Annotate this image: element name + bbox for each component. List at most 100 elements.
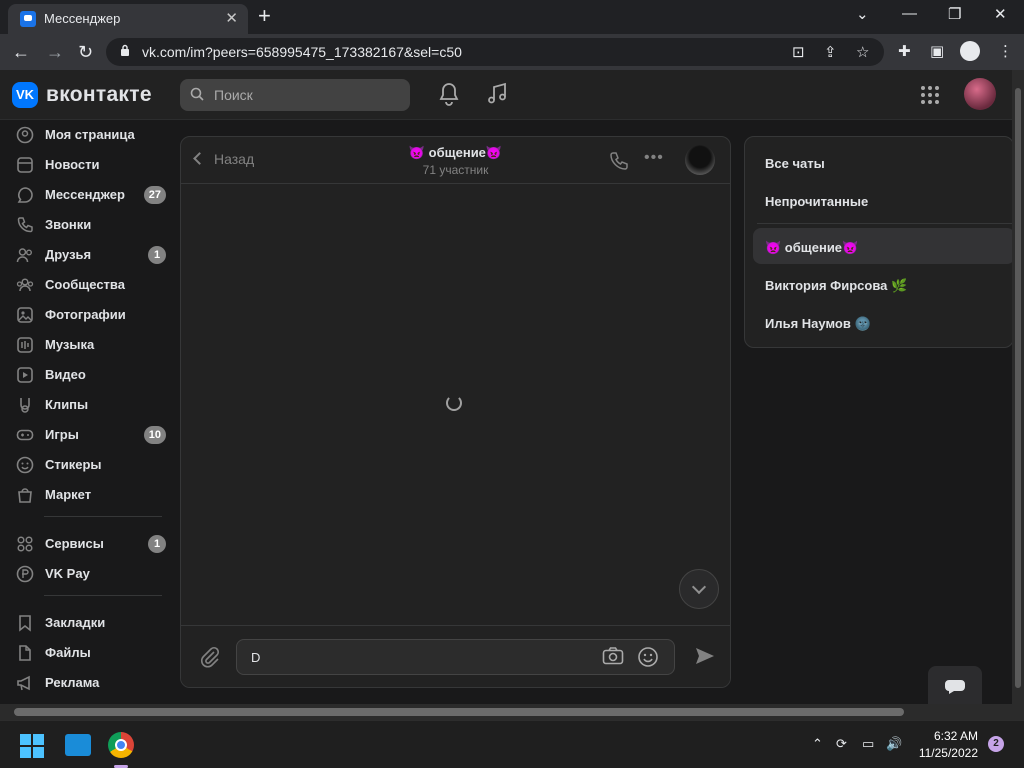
scrollbar-thumb[interactable] [1015, 88, 1021, 688]
sidebar-item[interactable]: Игры 10 [12, 421, 172, 449]
message-composer [181, 625, 730, 687]
games-icon [16, 429, 34, 441]
windows-start-icon[interactable] [20, 734, 44, 758]
send-icon[interactable] [694, 646, 716, 666]
camera-icon[interactable] [602, 646, 624, 666]
reload-icon[interactable]: ↻ [78, 40, 93, 64]
music-icon [17, 337, 33, 353]
share-icon[interactable]: ⇪ [824, 43, 837, 61]
window-close-icon[interactable]: ✕ [994, 5, 1007, 23]
horizontal-scrollbar[interactable] [0, 704, 1024, 720]
user-avatar[interactable] [964, 78, 996, 110]
counter-badge: 27 [143, 186, 166, 204]
lock-icon [121, 44, 129, 56]
forward-arrow-icon[interactable]: → [46, 40, 64, 64]
sidebar-item[interactable]: Видео [12, 361, 172, 389]
sidebar-item[interactable]: Реклама [12, 669, 172, 697]
sidebar-item[interactable]: Файлы [12, 639, 172, 667]
sidebar-item[interactable]: Стикеры [12, 451, 172, 479]
vk-logo-icon[interactable]: VK [12, 82, 38, 108]
paperclip-icon[interactable] [199, 646, 221, 668]
phone-call-icon[interactable] [609, 151, 629, 171]
sidebar-item[interactable]: Сервисы 1 [12, 530, 172, 558]
sidebar-item[interactable]: Клипы [12, 391, 172, 419]
ads-icon [17, 675, 30, 691]
search-icon [190, 87, 204, 101]
sidebar-item[interactable]: Музыка [12, 331, 172, 359]
sidebar-item-label: Видео [45, 367, 86, 382]
side-panel-icon[interactable]: ▣ [930, 42, 944, 60]
emoji-icon[interactable] [637, 646, 659, 668]
chat-list-panel: Все чаты Непрочитанные 👿 общение👿 Виктор… [744, 136, 1015, 348]
sidebar-item-label: Маркет [45, 487, 92, 502]
sidebar-item[interactable]: Звонки [12, 211, 172, 239]
scroll-down-button[interactable] [679, 569, 719, 609]
chat-list-item[interactable]: Виктория Фирсова 🌿 [765, 278, 907, 294]
services-icon [17, 536, 33, 552]
sidebar-item-label: VK Pay [45, 566, 90, 581]
restore-icon[interactable]: ❐ [948, 5, 961, 23]
extensions-icon[interactable]: ✚ [898, 42, 911, 60]
mail-app-icon[interactable] [65, 734, 91, 756]
menu-dots-icon[interactable]: ⋮ [998, 42, 1013, 60]
clock-time[interactable]: 6:32 AM [918, 729, 978, 743]
new-tab-button[interactable]: + [258, 4, 271, 28]
sidebar-item[interactable]: Мессенджер 27 [12, 181, 172, 209]
tab-search-chevron-icon[interactable]: ⌄ [856, 5, 869, 23]
minimize-icon[interactable]: — [902, 5, 917, 22]
chat-list-item[interactable]: 👿 общение👿 [765, 240, 858, 256]
filter-all-chats[interactable]: Все чаты [765, 156, 825, 171]
notification-badge[interactable]: 2 [988, 736, 1004, 752]
tab-close-icon[interactable]: ✕ [225, 9, 238, 27]
chat-avatar[interactable] [685, 145, 715, 175]
apps-grid-icon[interactable] [920, 85, 940, 105]
clock-date[interactable]: 11/25/2022 [888, 746, 978, 760]
vk-logo-text[interactable]: вконтакте [46, 83, 152, 107]
browser-tab-bar: Мессенджер ✕ + ⌄ — ❐ ✕ [0, 0, 1024, 34]
sidebar-item[interactable]: Друзья 1 [12, 241, 172, 269]
display-icon[interactable]: ▭ [862, 736, 874, 752]
translate-icon[interactable]: ⊡ [792, 43, 805, 61]
filter-unread[interactable]: Непрочитанные [765, 194, 868, 209]
stickers-icon [16, 456, 34, 474]
chat-popup-button[interactable] [928, 666, 982, 706]
address-bar[interactable]: vk.com/im?peers=658995475_173382167&sel=… [106, 38, 884, 66]
sidebar-item[interactable]: Маркет [12, 481, 172, 509]
back-arrow-icon[interactable]: ← [12, 40, 30, 64]
search-input[interactable]: Поиск [180, 79, 410, 111]
sidebar-item[interactable]: Моя страница [12, 121, 172, 149]
vk-header: VK вконтакте Поиск [0, 70, 1012, 120]
sidebar-item[interactable]: Фотографии [12, 301, 172, 329]
sidebar-item-label: Игры [45, 427, 79, 442]
bookmark-icon [19, 615, 31, 632]
sync-icon[interactable]: ⟳ [836, 736, 847, 752]
tray-chevron-up-icon[interactable]: ⌃ [812, 736, 823, 752]
files-icon [19, 645, 31, 661]
bookmark-star-icon[interactable]: ☆ [856, 43, 869, 61]
music-note-icon[interactable] [486, 82, 508, 106]
profile-icon[interactable] [960, 41, 980, 61]
sidebar-item-label: Мессенджер [45, 187, 125, 202]
sidebar-item-label: Новости [45, 157, 100, 172]
sidebar-item[interactable]: Новости [12, 151, 172, 179]
vk-messenger-favicon-icon [20, 11, 36, 27]
sidebar-item-label: Файлы [45, 645, 91, 660]
message-icon [17, 187, 33, 203]
counter-badge: 1 [148, 246, 166, 264]
scrollbar-thumb[interactable] [14, 708, 904, 716]
sidebar-item[interactable]: VK Pay [12, 560, 172, 588]
bell-icon[interactable] [438, 82, 460, 106]
tab-title: Мессенджер [44, 11, 121, 26]
sidebar-item[interactable]: Закладки [12, 609, 172, 637]
sidebar-item-label: Фотографии [45, 307, 126, 322]
chat-list-item[interactable]: Илья Наумов 🌚 [765, 316, 871, 332]
sidebar-item[interactable]: Сообщества [12, 271, 172, 299]
chrome-app-icon[interactable] [108, 732, 134, 758]
search-placeholder: Поиск [214, 87, 253, 103]
more-options-icon[interactable]: ••• [644, 149, 664, 167]
vertical-scrollbar[interactable] [1012, 70, 1024, 704]
market-icon [18, 488, 32, 503]
sidebar-item-label: Клипы [45, 397, 89, 412]
browser-tab[interactable]: Мессенджер ✕ [8, 4, 248, 34]
counter-badge: 10 [143, 426, 166, 444]
